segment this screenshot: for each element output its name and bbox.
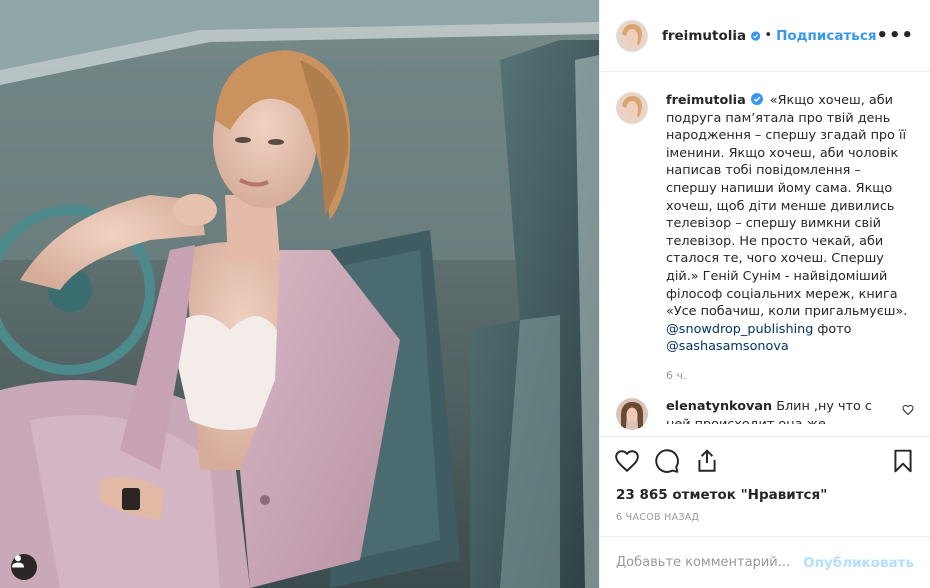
share-icon[interactable] [694,448,720,474]
post-timestamp[interactable]: 6 ЧАСОВ НАЗАД [600,506,930,536]
caption-body: «Якщо хочеш, аби подруга пам’ятала про т… [666,93,908,320]
commenter-avatar[interactable] [616,397,648,430]
mention-snowdrop-link[interactable]: @snowdrop_publishing [666,322,813,337]
add-comment-bar: Опубликовать [600,536,930,588]
photo-illustration [0,0,599,588]
post-header: freimutolia • Подписаться ••• [600,0,930,72]
action-bar [600,436,930,484]
comment-clip: elenatynkovan Блин ,ну что с ней происхо… [666,398,886,424]
comment-item: elenatynkovan Блин ,ну что с ней происхо… [616,397,914,430]
small-heart-icon[interactable] [902,404,914,416]
instagram-post: freimutolia • Подписаться ••• freimutoli… [0,0,930,588]
more-options-icon[interactable]: ••• [876,25,914,46]
caption-photo-credit: фото [813,321,852,337]
verified-badge-icon [750,93,763,105]
tagged-user-icon [12,555,24,568]
mention-sashasamsonova-link[interactable]: @sashasamsonova [666,338,914,356]
comment-username[interactable]: elenatynkovan [666,399,772,414]
likes-count[interactable]: 23 865 отметок "Нравится" [600,484,930,506]
comment-input[interactable] [616,555,804,570]
caption-mention-line: @snowdrop_publishing фото [666,321,914,339]
publish-button[interactable]: Опубликовать [803,555,914,571]
post-caption: freimutolia «Якщо хочеш, аби подруга пам… [616,92,914,356]
bookmark-icon[interactable] [890,448,916,474]
follow-button[interactable]: Подписаться [776,28,876,44]
post-photo[interactable] [0,0,599,588]
comment-text: elenatynkovan Блин ,ну что с ней происхо… [666,398,886,424]
header-separator: • [764,28,773,43]
author-avatar[interactable] [616,19,648,52]
comments-list: freimutolia «Якщо хочеш, аби подруга пам… [600,72,930,436]
verified-badge-icon [751,30,761,41]
post-side-panel: freimutolia • Подписаться ••• freimutoli… [599,0,930,588]
caption-username[interactable]: freimutolia [666,93,746,108]
tagged-user-button[interactable] [11,554,37,580]
comment-icon[interactable] [654,448,680,474]
caption-time[interactable]: 6 ч. [666,369,914,382]
caption-avatar[interactable] [616,92,648,124]
caption-text: freimutolia «Якщо хочеш, аби подруга пам… [666,92,914,356]
author-username[interactable]: freimutolia [662,28,746,44]
heart-icon[interactable] [614,448,640,474]
